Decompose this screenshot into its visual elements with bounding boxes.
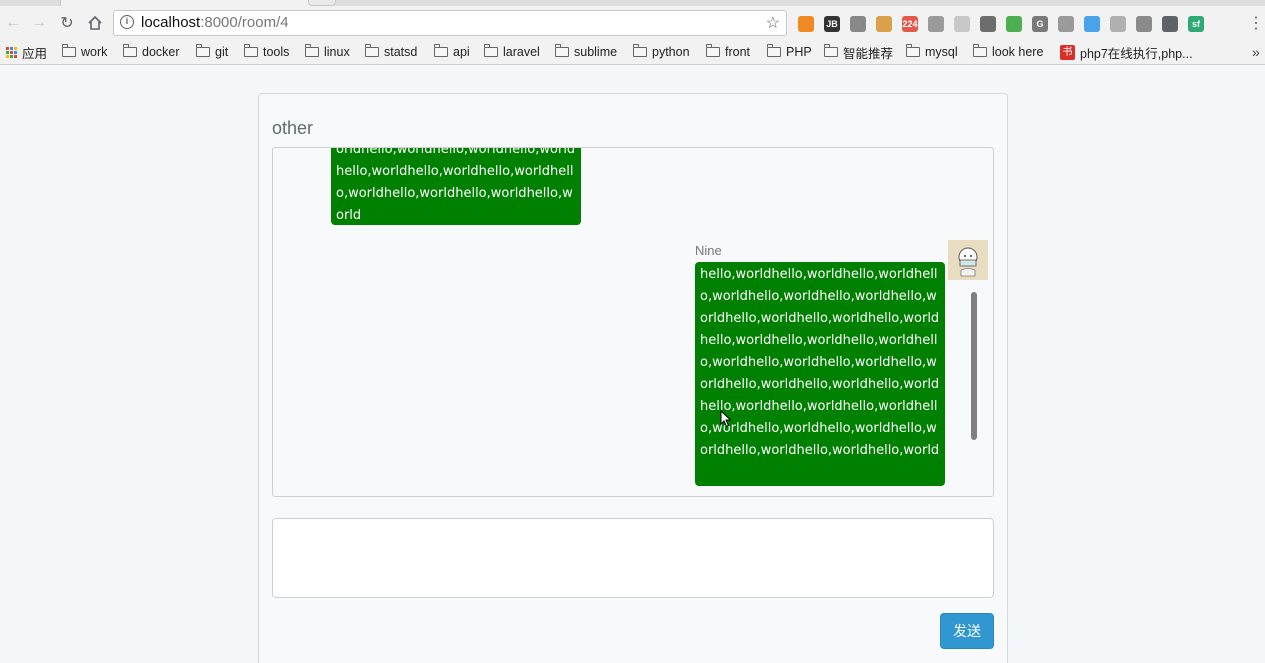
- chat-room-panel: other orldhello,worldhello,worldhello,wo…: [258, 93, 1008, 663]
- room-title: other: [272, 118, 314, 138]
- bookmark-folder-label: git: [215, 45, 229, 59]
- ext-cloud-icon[interactable]: [954, 16, 970, 32]
- reload-icon[interactable]: ↻: [56, 12, 78, 34]
- home-icon[interactable]: [84, 12, 106, 34]
- url-path: :8000/room/4: [200, 14, 289, 31]
- back-arrow-icon[interactable]: ←: [2, 12, 24, 34]
- browser-menu-icon[interactable]: ⋮: [1248, 14, 1264, 34]
- ext-color-icon[interactable]: [1006, 16, 1022, 32]
- bookmarks-bar: 应用 work docker git tools linux statsd api larav…: [0, 40, 1265, 65]
- bookmark-folder-label: statsd: [384, 45, 418, 59]
- bookmark-folder-label: tools: [263, 45, 290, 59]
- bookmark-folder-label: api: [453, 45, 470, 59]
- url-host: localhost: [141, 14, 201, 31]
- ext-recycle-icon[interactable]: [1058, 16, 1074, 32]
- folder-icon: [365, 44, 379, 57]
- bookmark-folder[interactable]: work: [62, 44, 107, 60]
- bookmark-folder[interactable]: api: [434, 44, 470, 60]
- bookmark-folder-label: PHP: [786, 45, 812, 59]
- site-info-icon[interactable]: i: [120, 15, 134, 29]
- bookmark-folder-label: look here: [992, 45, 1044, 59]
- message-list[interactable]: orldhello,worldhello,worldhello,worldhel…: [272, 147, 994, 497]
- bookmarks-overflow-icon[interactable]: »: [1252, 44, 1260, 60]
- folder-icon: [906, 44, 920, 57]
- ext-cookie-icon[interactable]: [876, 16, 892, 32]
- send-button[interactable]: 发送: [940, 613, 994, 649]
- ext-g-icon[interactable]: G: [1032, 16, 1048, 32]
- ext-gear-gray-icon[interactable]: [928, 16, 944, 32]
- bookmark-folder-label: python: [652, 45, 690, 59]
- folder-icon: [633, 44, 647, 57]
- message-bubble-other: orldhello,worldhello,worldhello,worldhel…: [331, 148, 581, 225]
- folder-icon: [706, 44, 720, 57]
- folder-icon: [196, 44, 210, 57]
- mouse-cursor-icon: [720, 409, 732, 431]
- bookmark-folder-label: mysql: [925, 45, 958, 59]
- folder-icon: [62, 44, 76, 57]
- ext-evernote-icon[interactable]: [1162, 16, 1178, 32]
- ext-jb-icon[interactable]: JB: [824, 16, 840, 32]
- bookmark-folder[interactable]: linux: [305, 44, 350, 60]
- bookmark-apps[interactable]: 应用: [6, 44, 48, 61]
- ext-settings-icon[interactable]: [1136, 16, 1152, 32]
- message-sender: Nine: [695, 243, 722, 258]
- bookmark-folder-label: front: [725, 45, 751, 59]
- bookmark-folder[interactable]: docker: [123, 44, 180, 60]
- bookmark-folder[interactable]: 智能推荐: [824, 44, 894, 61]
- folder-icon: [824, 44, 838, 57]
- bookmark-star-icon[interactable]: ☆: [766, 13, 780, 33]
- bookmark-folder[interactable]: look here: [973, 44, 1043, 60]
- ext-mail-icon[interactable]: 224: [902, 16, 918, 32]
- bookmark-folder-label: work: [81, 45, 108, 59]
- ext-sync-icon[interactable]: [850, 16, 866, 32]
- bookmark-folder[interactable]: laravel: [484, 44, 540, 60]
- folder-icon: [767, 44, 781, 57]
- message-input[interactable]: [272, 518, 994, 598]
- bookmark-folder[interactable]: mysql: [906, 44, 958, 60]
- ext-sf-icon[interactable]: sf: [1188, 16, 1204, 32]
- bookmark-apps-label: 应用: [22, 46, 48, 61]
- folder-icon: [973, 44, 987, 57]
- php7-favicon-icon: 书: [1060, 44, 1075, 60]
- folder-icon: [434, 44, 448, 57]
- bookmark-folder-label: laravel: [503, 45, 540, 59]
- folder-icon: [244, 44, 258, 57]
- folder-icon: [484, 44, 498, 57]
- apps-grid-icon: [6, 46, 17, 58]
- bookmark-folder-label: docker: [142, 45, 180, 59]
- bookmark-folder[interactable]: tools: [244, 44, 289, 60]
- bookmark-folder[interactable]: git: [196, 44, 228, 60]
- address-bar[interactable]: i localhost:8000/room/4 ☆: [113, 10, 787, 36]
- address-url: localhost:8000/room/4: [141, 15, 289, 31]
- folder-icon: [555, 44, 569, 57]
- folder-icon: [305, 44, 319, 57]
- bookmark-folder[interactable]: front: [706, 44, 750, 60]
- scrollbar-thumb[interactable]: [971, 292, 977, 440]
- ext-screen-icon[interactable]: [980, 16, 996, 32]
- browser-toolbar: ← → ↻ i localhost:8000/room/4 ☆ JB 224 Gsf…: [0, 6, 1265, 40]
- ext-vue-icon[interactable]: [1110, 16, 1126, 32]
- bookmark-php7-label: php7在线执行,php...: [1080, 46, 1193, 61]
- bookmark-php7-online[interactable]: 书 php7在线执行,php...: [1060, 44, 1193, 61]
- bookmark-folder-label: linux: [324, 45, 350, 59]
- bookmark-folder-label: 智能推荐: [843, 46, 894, 61]
- bookmark-folder[interactable]: statsd: [365, 44, 417, 60]
- bookmark-folder[interactable]: python: [633, 44, 690, 60]
- bookmark-folder[interactable]: PHP: [767, 44, 812, 60]
- bookmark-folder[interactable]: sublime: [555, 44, 617, 60]
- message-bubble-mine: hello,worldhello,worldhello,worldhello,w…: [695, 262, 945, 486]
- ext-download-icon[interactable]: [1084, 16, 1100, 32]
- forward-arrow-icon[interactable]: →: [28, 12, 50, 34]
- bookmark-folder-label: sublime: [574, 45, 618, 59]
- folder-icon: [123, 44, 137, 57]
- ext-orange-icon[interactable]: [798, 16, 814, 32]
- message-list-scrollbar[interactable]: [981, 148, 993, 496]
